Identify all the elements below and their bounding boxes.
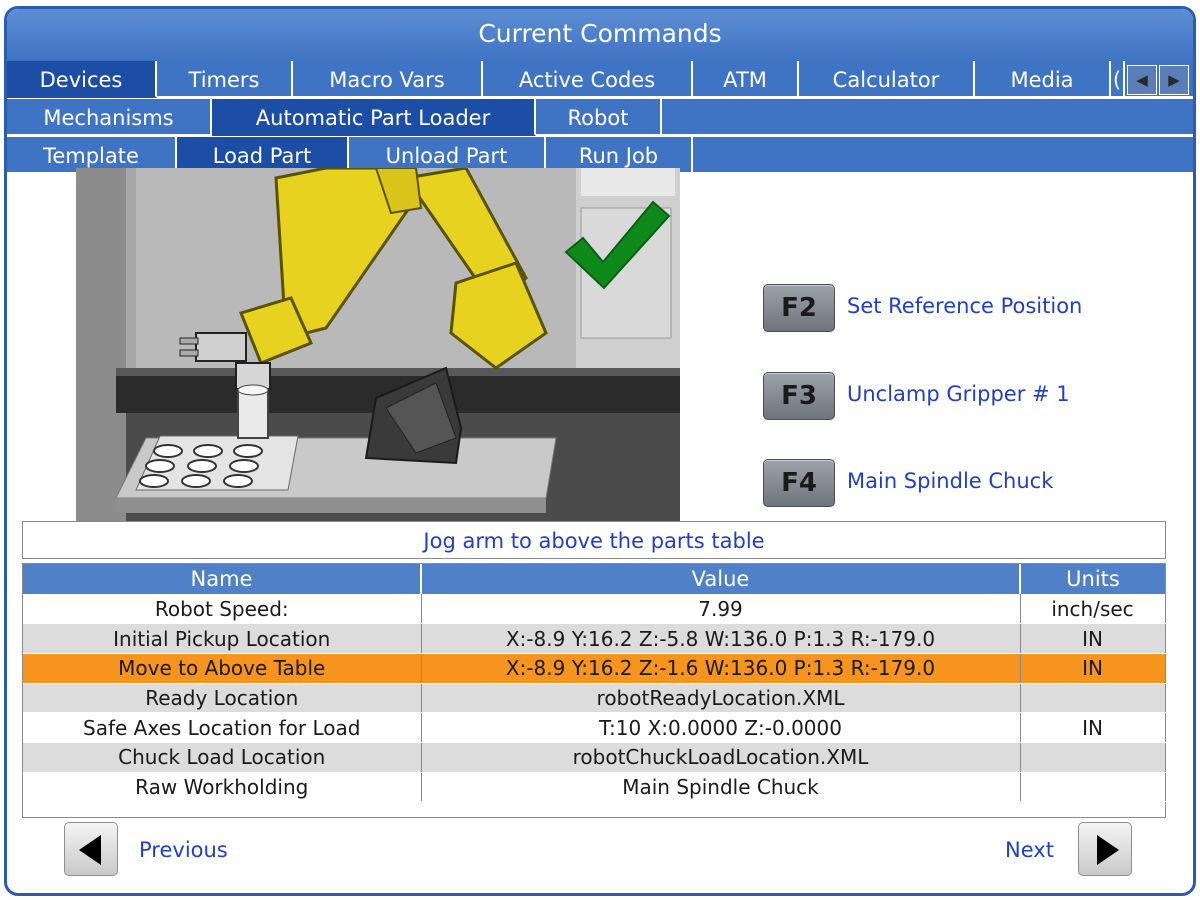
tab-macro-vars[interactable]: Macro Vars: [293, 61, 483, 98]
row-value: X:-8.9 Y:16.2 Z:-1.6 W:136.0 P:1.3 R:-17…: [421, 653, 1021, 684]
tab-devices[interactable]: Devices: [7, 61, 157, 98]
f2-key-button[interactable]: F2: [763, 284, 835, 332]
row-name: Chuck Load Location: [23, 742, 422, 773]
window-title: Current Commands: [7, 9, 1193, 61]
row-units: IN: [1020, 653, 1166, 684]
table-row[interactable]: Robot Speed: 7.99 inch/sec: [23, 594, 1166, 625]
robot-scene-image: [76, 168, 680, 521]
row-units: IN: [1020, 623, 1166, 654]
column-header-value: Value: [421, 564, 1021, 594]
tab-calculator[interactable]: Calculator: [799, 61, 975, 98]
triangle-right-icon: [1097, 835, 1119, 865]
f2-action-label[interactable]: Set Reference Position: [847, 294, 1082, 318]
tab-active-codes[interactable]: Active Codes: [483, 61, 693, 98]
previous-button[interactable]: [64, 822, 118, 876]
table-row[interactable]: Safe Axes Location for Load T:10 X:0.000…: [23, 712, 1166, 743]
row-value: Main Spindle Chuck: [421, 772, 1021, 803]
table-row[interactable]: Initial Pickup Location X:-8.9 Y:16.2 Z:…: [23, 623, 1166, 654]
row-units: IN: [1020, 712, 1166, 743]
row-value: X:-8.9 Y:16.2 Z:-5.8 W:136.0 P:1.3 R:-17…: [421, 623, 1021, 654]
tab-robot[interactable]: Robot: [536, 99, 662, 136]
column-header-name: Name: [23, 564, 422, 594]
table-row[interactable]: Ready Location robotReadyLocation.XML: [23, 683, 1166, 714]
table-row[interactable]: Chuck Load Location robotChuckLoadLocati…: [23, 742, 1166, 773]
tab-media[interactable]: Media: [975, 61, 1111, 98]
row-value: robotChuckLoadLocation.XML: [421, 742, 1021, 773]
table-row-selected[interactable]: Move to Above Table X:-8.9 Y:16.2 Z:-1.6…: [23, 653, 1166, 684]
f3-key-button[interactable]: F3: [763, 372, 835, 420]
tab-automatic-part-loader[interactable]: Automatic Part Loader: [212, 99, 536, 136]
tab-row-devices: Mechanisms Automatic Part Loader Robot: [7, 99, 1193, 136]
green-checkmark-icon: [564, 200, 671, 290]
row-value: T:10 X:0.0000 Z:-0.0000: [421, 712, 1021, 743]
row-name: Raw Workholding: [23, 772, 422, 803]
tab-partial[interactable]: (: [1111, 61, 1125, 98]
triangle-left-icon: [79, 835, 101, 865]
table-header-row: Name Value Units: [23, 564, 1165, 594]
next-button[interactable]: [1078, 822, 1132, 876]
f4-key-button[interactable]: F4: [763, 459, 835, 507]
f4-action-label[interactable]: Main Spindle Chuck: [847, 469, 1053, 493]
f3-action-label[interactable]: Unclamp Gripper # 1: [847, 382, 1070, 406]
row-name: Robot Speed:: [23, 594, 422, 625]
tab-atm[interactable]: ATM: [693, 61, 799, 98]
tab-row-filler: [693, 137, 1193, 174]
row-units: [1020, 742, 1166, 773]
tab-timers[interactable]: Timers: [157, 61, 293, 98]
scroll-left-icon[interactable]: ◀: [1127, 65, 1157, 95]
row-name: Ready Location: [23, 683, 422, 714]
row-name: Initial Pickup Location: [23, 623, 422, 654]
tab-row-filler: [662, 99, 1193, 136]
scroll-right-icon[interactable]: ▶: [1159, 65, 1189, 95]
load-part-settings-table: Name Value Units Robot Speed: 7.99 inch/…: [22, 563, 1166, 818]
row-units: [1020, 683, 1166, 714]
row-units: [1020, 772, 1166, 803]
row-value: 7.99: [421, 594, 1021, 625]
row-name: Move to Above Table: [23, 653, 422, 684]
next-label[interactable]: Next: [1005, 838, 1054, 862]
row-name: Safe Axes Location for Load: [23, 712, 422, 743]
column-header-units: Units: [1020, 564, 1165, 594]
table-row[interactable]: Raw Workholding Main Spindle Chuck: [23, 772, 1166, 803]
tab-row-main: Devices Timers Macro Vars Active Codes A…: [7, 61, 1193, 98]
row-value: robotReadyLocation.XML: [421, 683, 1021, 714]
previous-label[interactable]: Previous: [139, 838, 228, 862]
row-units: inch/sec: [1020, 594, 1166, 625]
instruction-text: Jog arm to above the parts table: [22, 521, 1166, 559]
tab-mechanisms[interactable]: Mechanisms: [7, 99, 212, 136]
